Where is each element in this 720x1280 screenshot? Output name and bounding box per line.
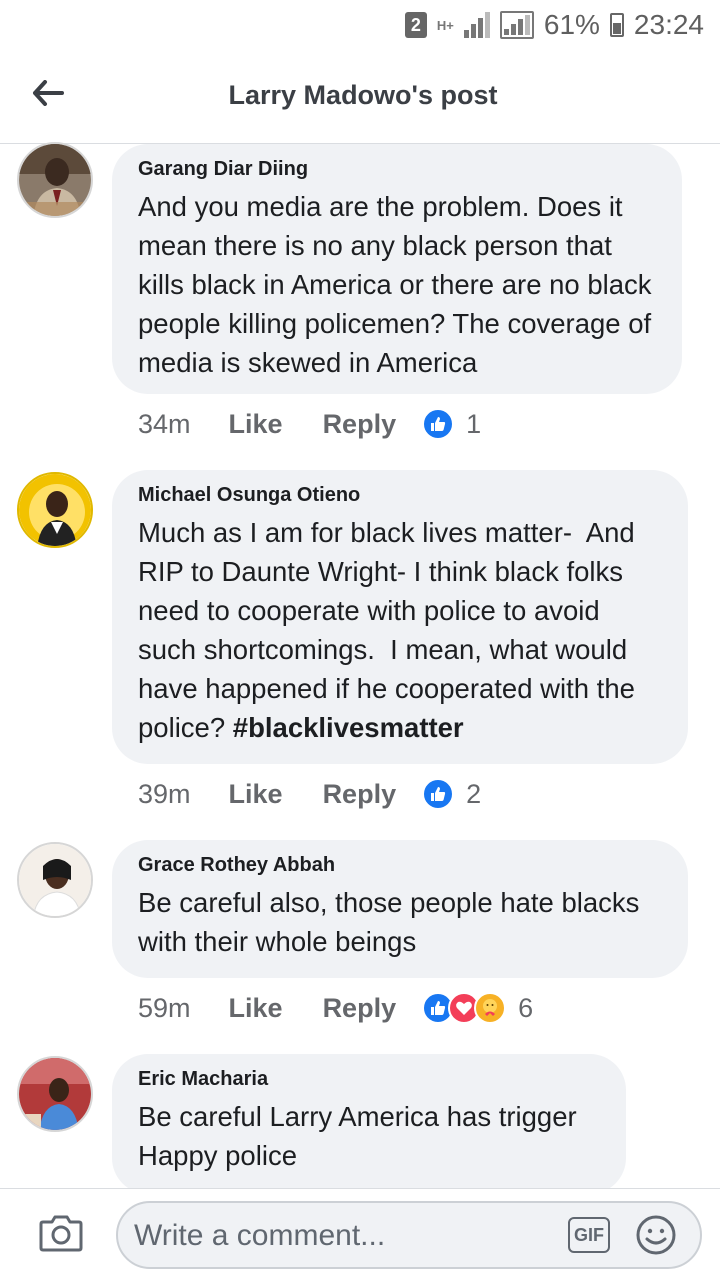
comment-input[interactable]: [132, 1211, 556, 1261]
comment-input-container[interactable]: GIF: [116, 1201, 702, 1269]
comment-text: Be careful also, those people hate black…: [138, 887, 648, 957]
thumbs-up-icon: [422, 408, 455, 440]
comment-author[interactable]: Eric Macharia: [138, 1068, 600, 1091]
network-type-label: H+: [436, 17, 454, 33]
like-button[interactable]: Like: [229, 409, 283, 440]
post-header: Larry Madowo's post: [0, 50, 720, 144]
comment-time[interactable]: 59m: [138, 993, 191, 1024]
avatar-photo: [19, 144, 91, 216]
comment-actions: 59m Like Reply 6: [138, 992, 533, 1024]
reply-button[interactable]: Reply: [323, 409, 397, 440]
comment-bubble: Garang Diar Diing And you media are the …: [112, 144, 682, 394]
hashtag-link[interactable]: #blacklivesmatter: [233, 712, 464, 743]
comment-time[interactable]: 34m: [138, 409, 191, 440]
comment-text: Much as I am for black lives matter- And…: [138, 513, 662, 747]
comment-text: And you media are the problem. Does it m…: [138, 191, 660, 378]
cell-signal-2-icon: [499, 11, 534, 39]
comment-text: Be careful Larry America has trigger Hap…: [138, 1101, 585, 1171]
comment-bubble: Grace Rothey Abbah Be careful also, thos…: [112, 840, 688, 978]
reaction-count[interactable]: 1: [466, 409, 481, 440]
camera-icon: [39, 1215, 83, 1252]
status-bar: 2 H+ 61% 23:24: [0, 0, 720, 50]
comment-actions: 39m Like Reply 2: [138, 778, 481, 810]
battery-percent: 61%: [543, 9, 600, 40]
reply-button[interactable]: Reply: [323, 993, 397, 1024]
network-type: H+: [436, 17, 454, 33]
comment-author[interactable]: Garang Diar Diing: [138, 158, 656, 181]
comment-time[interactable]: 39m: [138, 779, 191, 810]
comment-bubble: Eric Macharia Be careful Larry America h…: [112, 1054, 626, 1194]
like-button[interactable]: Like: [229, 779, 283, 810]
thumbs-up-icon: [422, 778, 455, 810]
page-title: Larry Madowo's post: [228, 80, 498, 110]
reply-button[interactable]: Reply: [323, 779, 397, 810]
like-button[interactable]: Like: [229, 993, 283, 1024]
avatar[interactable]: [17, 842, 93, 918]
clock: 23:24: [633, 9, 704, 40]
reactions[interactable]: [422, 778, 455, 810]
battery-icon: [609, 13, 624, 37]
comment-bubble: Michael Osunga Otieno Much as I am for b…: [112, 470, 688, 764]
avatar[interactable]: [17, 1056, 93, 1132]
reactions[interactable]: [422, 992, 507, 1024]
comment-author[interactable]: Michael Osunga Otieno: [138, 484, 662, 507]
comment-composer: GIF: [0, 1188, 720, 1280]
reactions[interactable]: [422, 408, 455, 440]
gif-button[interactable]: GIF: [568, 1217, 610, 1253]
avatar-photo: [19, 844, 91, 916]
reaction-count[interactable]: 2: [466, 779, 481, 810]
avatar[interactable]: [17, 142, 93, 218]
reaction-count[interactable]: 6: [518, 993, 533, 1024]
avatar-photo: [19, 1058, 91, 1130]
avatar-photo: [19, 474, 91, 546]
comment-body: Much as I am for black lives matter- And…: [138, 517, 643, 743]
sim-badge: 2: [404, 12, 427, 38]
care-emoji-icon: [474, 992, 507, 1024]
cell-signal-icon: [463, 12, 490, 38]
comment-actions: 34m Like Reply 1: [138, 408, 481, 440]
smiley-icon: [636, 1215, 676, 1255]
comment-author[interactable]: Grace Rothey Abbah: [138, 854, 662, 877]
emoji-button[interactable]: [634, 1213, 678, 1257]
avatar[interactable]: [17, 472, 93, 548]
camera-button[interactable]: [38, 1213, 84, 1253]
